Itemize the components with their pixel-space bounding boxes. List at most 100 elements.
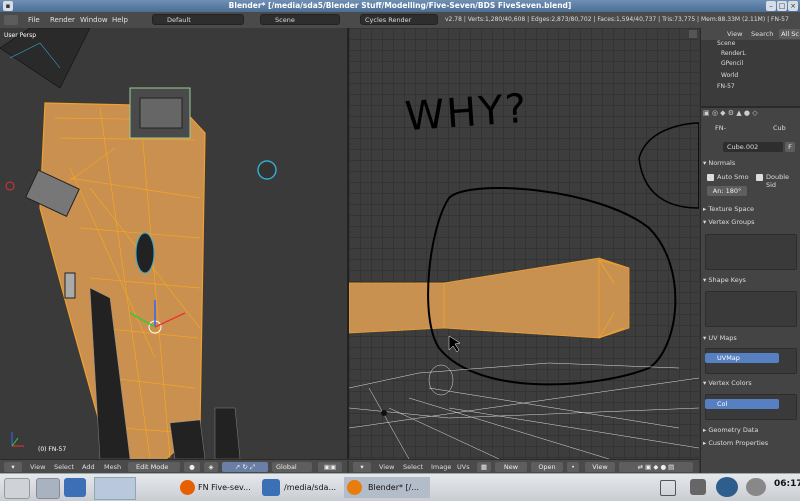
panel-vertex-colors[interactable]: ▾ Vertex Colors bbox=[703, 377, 799, 389]
outliner[interactable]: View Search All Sc Scene RenderL GPencil… bbox=[701, 28, 800, 108]
task-blender-label: Blender* [/... bbox=[368, 483, 419, 492]
menu-select[interactable]: Select bbox=[403, 462, 423, 472]
smooth-angle-field[interactable]: An: 180° bbox=[707, 186, 747, 196]
panel-geometry-data-title: Geometry Data bbox=[708, 426, 759, 434]
context-mesh: Cub bbox=[773, 124, 786, 132]
3d-viewport[interactable]: User Persp (0) FN-57 bbox=[0, 28, 347, 459]
show-desktop-icon[interactable] bbox=[36, 478, 60, 499]
view-mode-select[interactable]: View bbox=[585, 462, 615, 472]
panel-shape-keys[interactable]: ▾ Shape Keys bbox=[703, 274, 799, 286]
menu-file[interactable]: File bbox=[28, 12, 40, 28]
file-manager-icon[interactable] bbox=[64, 478, 86, 497]
menu-select[interactable]: Select bbox=[54, 462, 74, 472]
scene-select[interactable]: Scene bbox=[260, 14, 340, 25]
uv-map-item[interactable]: UVMap bbox=[705, 353, 779, 363]
outliner-item-fn57[interactable]: FN-57 bbox=[717, 83, 735, 90]
render-engine-select[interactable]: Cycles Render bbox=[360, 14, 438, 25]
pivot-icon[interactable]: ◈ bbox=[204, 462, 218, 472]
editor-type-icon[interactable]: ▾ bbox=[4, 462, 22, 472]
battery-icon[interactable] bbox=[690, 479, 706, 495]
double-sided-label: Double Sid bbox=[766, 173, 790, 189]
editor-type-icon[interactable]: ▾ bbox=[353, 462, 371, 472]
outliner-view-menu[interactable]: View bbox=[727, 29, 742, 39]
taskbar: FN Five-sev... /media/sda... Blender* [/… bbox=[0, 473, 800, 501]
maximize-button[interactable]: □ bbox=[777, 1, 787, 11]
outliner-item-scene[interactable]: Scene bbox=[717, 40, 735, 47]
outliner-item-renderlayers[interactable]: RenderL bbox=[721, 50, 746, 57]
right-sidebar: View Search All Sc Scene RenderL GPencil… bbox=[700, 28, 800, 473]
panel-uv-maps[interactable]: ▾ UV Maps bbox=[703, 332, 799, 344]
viewport-mesh-drawing bbox=[0, 28, 277, 459]
auto-smooth-label: Auto Smo bbox=[717, 173, 749, 181]
menu-view[interactable]: View bbox=[379, 462, 394, 472]
clock: 06:17 bbox=[774, 479, 800, 489]
menu-render[interactable]: Render bbox=[50, 12, 75, 28]
panel-vertex-groups[interactable]: ▾ Vertex Groups bbox=[703, 216, 799, 228]
object-label: (0) FN-57 bbox=[38, 446, 67, 453]
task-file-manager-label: /media/sda... bbox=[284, 483, 337, 492]
volume-icon[interactable] bbox=[746, 478, 766, 496]
menu-mesh[interactable]: Mesh bbox=[104, 462, 121, 472]
auto-smooth-checkbox[interactable] bbox=[707, 174, 714, 181]
double-sided-checkbox[interactable] bbox=[756, 174, 763, 181]
mode-select[interactable]: Edit Mode bbox=[128, 462, 180, 472]
shading-icon[interactable]: ● bbox=[184, 462, 200, 472]
firefox-icon bbox=[180, 480, 195, 495]
panel-normals[interactable]: ▾ Normals bbox=[703, 157, 799, 169]
task-blender[interactable]: Blender* [/... bbox=[344, 477, 430, 498]
layout-select[interactable]: Default bbox=[152, 14, 244, 25]
window-menu-icon[interactable]: ▪ bbox=[3, 1, 13, 11]
outliner-item-gpencil[interactable]: GPencil bbox=[721, 60, 743, 67]
close-button[interactable]: × bbox=[788, 1, 798, 11]
menu-help[interactable]: Help bbox=[112, 12, 128, 28]
outliner-search-menu[interactable]: Search bbox=[751, 29, 773, 39]
properties-tabs[interactable]: ▣ ◎ ◆ ⚙ ▲ ● ◇ bbox=[703, 109, 799, 121]
panel-vertex-colors-title: Vertex Colors bbox=[708, 379, 752, 387]
region-toggle-icon[interactable] bbox=[689, 30, 697, 38]
vertex-groups-list[interactable] bbox=[705, 234, 797, 270]
task-firefox[interactable]: FN Five-sev... bbox=[178, 477, 258, 498]
uv-image-editor[interactable]: WHY? bbox=[349, 28, 699, 459]
panel-texture-space[interactable]: ▸ Texture Space bbox=[703, 203, 799, 215]
orientation-select[interactable]: Global bbox=[272, 462, 312, 472]
network-icon[interactable] bbox=[660, 480, 676, 496]
fake-user-button[interactable]: F bbox=[785, 142, 795, 152]
panel-texture-space-title: Texture Space bbox=[708, 205, 755, 213]
view-label: User Persp bbox=[4, 32, 37, 39]
menu-add[interactable]: Add bbox=[82, 462, 95, 472]
outliner-filter-select[interactable]: All Sc bbox=[779, 29, 800, 39]
open-image-button[interactable]: Open bbox=[531, 462, 563, 472]
mesh-name-field[interactable]: Cube.002 bbox=[723, 142, 783, 152]
panel-uv-maps-title: UV Maps bbox=[708, 334, 737, 342]
outliner-item-world[interactable]: World bbox=[721, 72, 738, 79]
manipulator-icons[interactable]: ↗ ↻ ⤢ bbox=[222, 462, 268, 472]
menu-view[interactable]: View bbox=[30, 462, 45, 472]
panel-shape-keys-title: Shape Keys bbox=[708, 276, 746, 284]
panel-geometry-data[interactable]: ▸ Geometry Data bbox=[703, 424, 799, 436]
3d-view-header: ▾ View Select Add Mesh Edit Mode ● ◈ ↗ ↻… bbox=[0, 459, 347, 474]
menu-window[interactable]: Window bbox=[80, 12, 108, 28]
panel-vertex-groups-title: Vertex Groups bbox=[708, 218, 755, 226]
uv-tool-icons[interactable]: ⇄ ▣ ◆ ● ▤ bbox=[619, 462, 693, 472]
minimize-button[interactable]: – bbox=[766, 1, 776, 11]
update-icon[interactable] bbox=[716, 477, 738, 497]
shape-keys-list[interactable] bbox=[705, 291, 797, 327]
select-mode-icons[interactable]: ▣▣ bbox=[318, 462, 342, 472]
pin-icon[interactable]: • bbox=[567, 462, 579, 472]
start-menu-icon[interactable] bbox=[4, 478, 30, 499]
menu-image[interactable]: Image bbox=[431, 462, 451, 472]
workspace-pager[interactable] bbox=[94, 477, 136, 500]
image-browse-icon[interactable]: ▦ bbox=[477, 462, 491, 472]
panel-normals-title: Normals bbox=[708, 159, 736, 167]
scene-stats: v2.78 | Verts:1,280/40,608 | Edges:2,873… bbox=[445, 16, 789, 23]
task-file-manager[interactable]: /media/sda... bbox=[260, 477, 342, 498]
context-object: FN- bbox=[715, 124, 726, 132]
handwritten-note: WHY? bbox=[403, 85, 530, 141]
vertex-color-item[interactable]: Col bbox=[705, 399, 779, 409]
uv-editor-header: ▾ View Select Image UVs ▦ New Open • Vie… bbox=[349, 459, 699, 474]
menu-uvs[interactable]: UVs bbox=[457, 462, 470, 472]
panel-custom-properties[interactable]: ▸ Custom Properties bbox=[703, 437, 799, 449]
new-image-button[interactable]: New bbox=[495, 462, 527, 472]
editor-type-icon[interactable] bbox=[4, 15, 18, 25]
panel-custom-properties-title: Custom Properties bbox=[708, 439, 769, 447]
